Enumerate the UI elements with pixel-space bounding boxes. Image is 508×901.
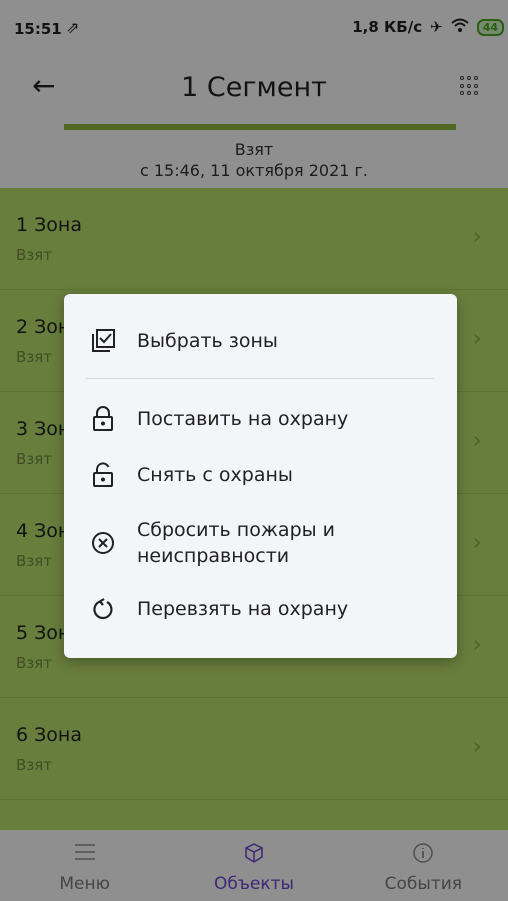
menu-item-arm[interactable]: Поставить на охрану bbox=[64, 402, 457, 436]
menu-item-reset[interactable]: Сбросить пожары и неисправности bbox=[64, 516, 457, 570]
menu-item-label: Выбрать зоны bbox=[137, 330, 278, 352]
menu-item-label: Поставить на охрану bbox=[137, 408, 349, 430]
actions-menu: Выбрать зоны Поставить на охрану Снять с… bbox=[64, 294, 457, 658]
unlock-icon bbox=[89, 461, 117, 489]
menu-item-label: Сбросить пожары и неисправности bbox=[137, 519, 336, 567]
rearm-icon bbox=[89, 595, 117, 623]
reset-icon bbox=[89, 529, 117, 557]
menu-item-rearm[interactable]: Перевзять на охрану bbox=[64, 592, 457, 626]
lock-icon bbox=[89, 405, 117, 433]
menu-item-label: Перевзять на охрану bbox=[137, 598, 349, 620]
menu-item-disarm[interactable]: Снять с охраны bbox=[64, 458, 457, 492]
select-zones-icon bbox=[89, 327, 117, 355]
menu-item-label: Снять с охраны bbox=[137, 464, 293, 486]
menu-divider bbox=[86, 378, 434, 379]
menu-item-select-zones[interactable]: Выбрать зоны bbox=[64, 324, 457, 358]
